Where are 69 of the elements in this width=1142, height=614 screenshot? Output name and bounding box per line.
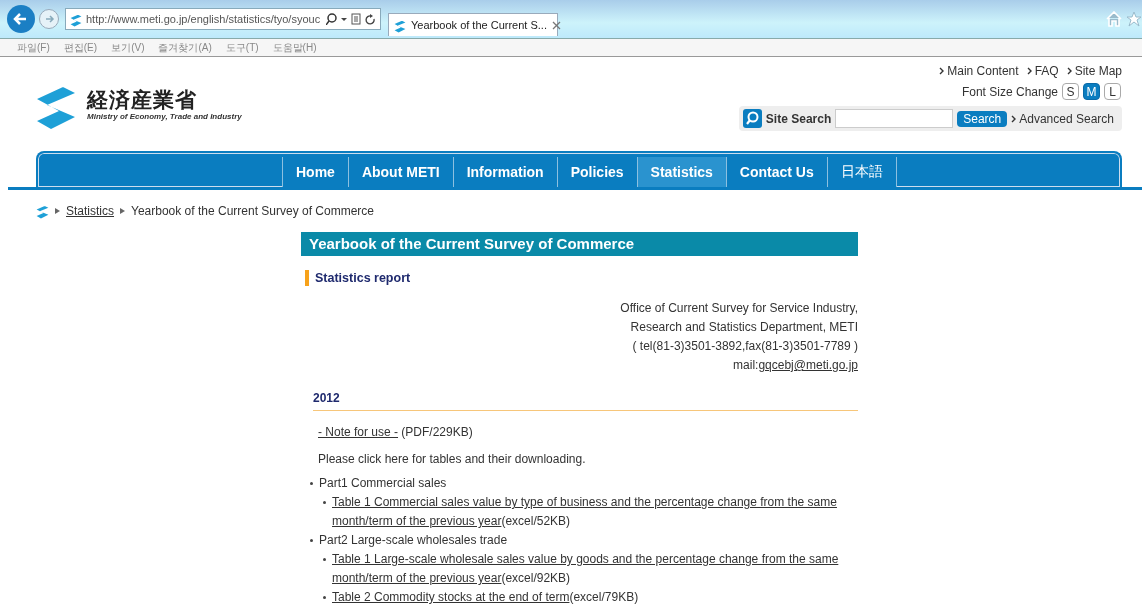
- note-link[interactable]: - Note for use -: [318, 425, 399, 439]
- font-size-label: Font Size Change: [961, 84, 1058, 99]
- menu-item[interactable]: 보기(V): [111, 40, 145, 55]
- year-heading: 2012: [313, 391, 858, 411]
- bullet-icon: [310, 539, 313, 542]
- file-info: (excel/52KB): [501, 514, 571, 528]
- arrow-icon: [120, 208, 125, 214]
- dropdown-icon: [341, 17, 347, 21]
- email-link[interactable]: gqcebj@meti.go.jp: [758, 358, 858, 372]
- mail-line: mail:gqcebj@meti.go.jp: [733, 357, 858, 374]
- page-icon: [351, 13, 361, 25]
- bullet-icon: [323, 558, 326, 561]
- refresh-icon: [365, 13, 376, 25]
- search-field[interactable]: [835, 109, 954, 128]
- part-label: Part1 Commercial sales: [319, 475, 447, 492]
- back-button[interactable]: [7, 5, 35, 33]
- bullet-icon: [310, 482, 313, 485]
- search-button[interactable]: Search: [957, 110, 1008, 127]
- menu-item[interactable]: 편집(E): [63, 40, 98, 55]
- logo-icon: [36, 203, 49, 219]
- chevron-icon: [1011, 114, 1017, 123]
- table-link[interactable]: Table 1 Large-scale wholesale sales value by goods and the percentage change from the same: [332, 552, 839, 566]
- nav-tab[interactable]: Contact Us: [725, 157, 827, 187]
- note-line: - Note for use - (PDF/229KB): [318, 425, 474, 439]
- table-link[interactable]: Table 1 Commercial sales value by type of business and the percentage change from the same: [332, 495, 837, 509]
- page-title-bar: Yearbook of the Current Survey of Commerce: [301, 232, 858, 256]
- close-icon: [551, 20, 561, 30]
- arrow-icon: [55, 208, 60, 214]
- link-text: FAQ: [1034, 64, 1059, 78]
- contact-text: Research and Statistics Department, METI: [630, 319, 858, 336]
- search-icon: [742, 109, 762, 128]
- logo-text: 経済産業省: [87, 87, 198, 112]
- browser-tab[interactable]: Yearbook of the Current S...: [388, 13, 558, 36]
- bullet-icon: [323, 501, 326, 504]
- nav-tab[interactable]: Policies: [556, 157, 637, 187]
- search-label: Site Search: [765, 111, 832, 126]
- chevron-icon: [1066, 67, 1072, 75]
- nav-tab[interactable]: 日本語: [826, 157, 897, 187]
- bullet-icon: [323, 596, 326, 599]
- table-link[interactable]: Table 2 Commodity stocks at the end of term: [332, 590, 570, 604]
- chevron-icon: [1026, 67, 1032, 75]
- address-bar[interactable]: http://www.meti.go.jp/english/statistics/tyo/syouc: [65, 8, 381, 30]
- nav-tab[interactable]: Home: [282, 157, 348, 187]
- star-icon: [1126, 11, 1142, 27]
- table-link[interactable]: month/term of the previous year: [332, 571, 502, 585]
- search-icon: [326, 13, 337, 25]
- logo-subtitle: Ministry of Economy, Trade and Industry: [87, 111, 242, 121]
- table-link[interactable]: month/term of the previous year: [332, 514, 502, 528]
- tab-title: Yearbook of the Current S...: [411, 19, 547, 31]
- home-icon: [1106, 11, 1122, 27]
- font-size-button[interactable]: S: [1062, 83, 1079, 100]
- file-info: (excel/92KB): [501, 571, 571, 585]
- font-size-button[interactable]: M: [1083, 83, 1100, 100]
- menu-item[interactable]: 도구(T): [225, 40, 259, 55]
- forward-button[interactable]: [39, 9, 59, 29]
- nav-tab[interactable]: About METI: [347, 157, 453, 187]
- top-link[interactable]: FAQ: [1026, 64, 1059, 78]
- file-info: (excel/79KB): [569, 590, 639, 604]
- contact-text: ( tel(81-3)3501-3892,fax(81-3)3501-7789 ): [632, 338, 858, 355]
- breadcrumb-link[interactable]: Statistics: [66, 204, 114, 218]
- section-heading: Statistics report: [305, 270, 858, 286]
- breadcrumb-current: Yearbook of the Current Survey of Commerce: [131, 204, 375, 218]
- intro-text: Please click here for tables and their downloading.: [318, 452, 587, 466]
- part-label: Part2 Large-scale wholesales trade: [319, 532, 508, 549]
- url-text: http://www.meti.go.jp/english/statistics/tyo/syouc: [86, 13, 322, 25]
- font-size-button[interactable]: L: [1104, 83, 1121, 100]
- nav-tab[interactable]: Information: [452, 157, 557, 187]
- contact-text: Office of Current Survey for Service Industry,: [620, 300, 858, 317]
- chevron-icon: [939, 67, 945, 75]
